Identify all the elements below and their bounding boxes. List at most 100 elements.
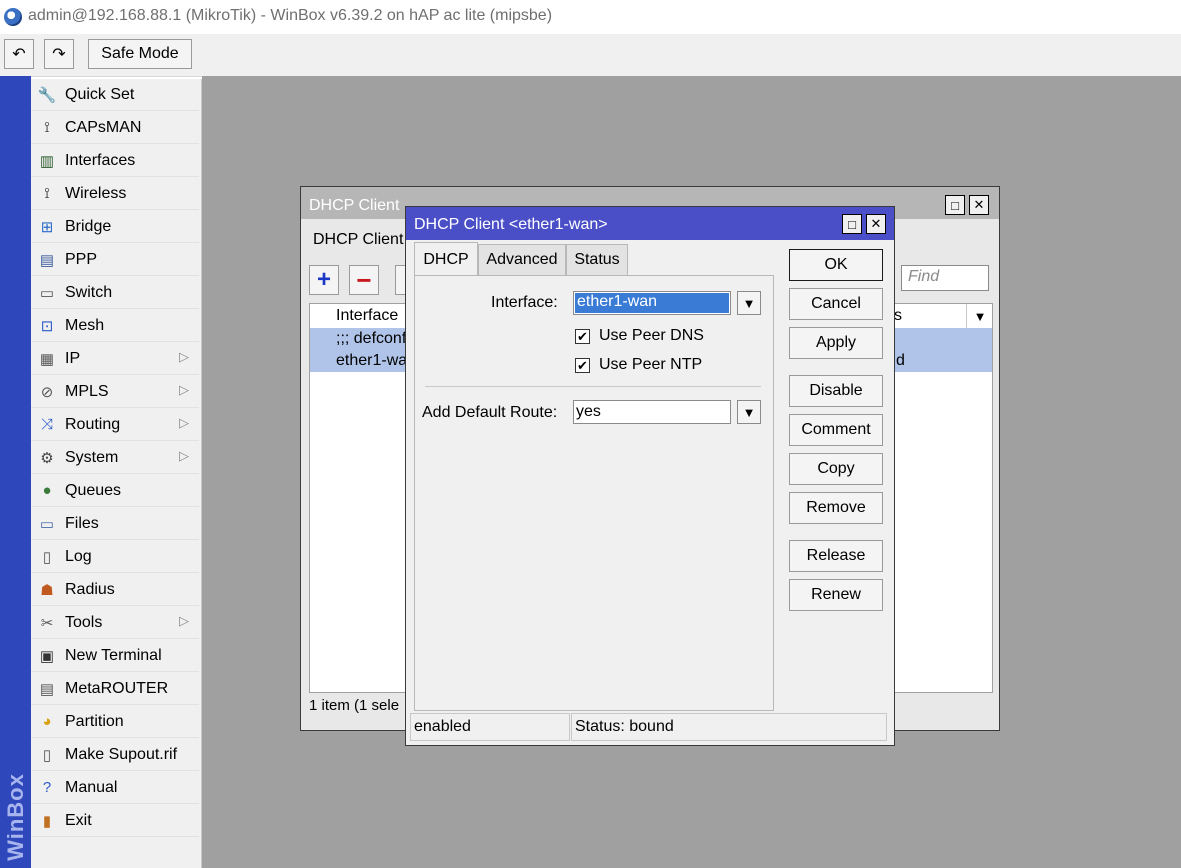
sidebar-item-partition[interactable]: ◕ Partition [31,706,199,738]
disable-button[interactable]: Disable [789,375,883,407]
ok-button[interactable]: OK [789,249,883,281]
sidebar-item-quick-set[interactable]: 🔧 Quick Set [31,79,199,111]
cancel-button[interactable]: Cancel [789,288,883,320]
interface-select[interactable]: ether1-wan [573,291,731,315]
add-button[interactable]: + [309,265,339,295]
sidebar-item-manual[interactable]: ? Manual [31,772,199,804]
sidebar-item-radius[interactable]: ☗ Radius [31,574,199,606]
minus-icon: − [356,264,372,295]
chevron-down-icon: ▼ [973,308,987,324]
add-default-route-select[interactable]: yes [573,400,731,424]
use-peer-dns-checkbox[interactable]: ✔ [575,329,590,344]
interface-label: Interface: [491,294,558,311]
exit-icon: ▮ [42,812,52,830]
row-interface: ether1-wa [336,352,408,369]
partition-icon: ◕ [42,713,52,730]
sidebar-item-exit[interactable]: ▮ Exit [31,805,199,837]
submenu-arrow-icon: ▷ [179,415,189,430]
use-peer-ntp-label: Use Peer NTP [599,356,703,373]
close-icon[interactable]: ✕ [969,195,989,215]
redo-button[interactable]: ↷ [44,39,74,69]
maximize-icon[interactable]: □ [842,214,862,234]
copy-button[interactable]: Copy [789,453,883,485]
sidebar-item-interfaces[interactable]: ▥ Interfaces [31,145,199,177]
tab-dhcp-client[interactable]: DHCP Client [309,223,407,257]
sidebar-item-files[interactable]: ▭ Files [31,508,199,540]
bridge-icon: ⊞ [40,218,54,236]
close-icon[interactable]: ✕ [866,214,886,234]
list-item-count: 1 item (1 sele [309,697,400,714]
log-icon: ▯ [42,548,52,566]
winbox-strip-label: WinBox [3,773,28,861]
remove-button[interactable]: − [349,265,379,295]
status-enabled: enabled [410,713,570,741]
sidebar-item-label: Mesh [65,316,105,334]
sidebar-item-label: Log [65,547,92,565]
submenu-arrow-icon: ▷ [179,613,189,628]
capsman-icon: ⟟ [44,119,50,136]
sidebar-item-ip[interactable]: ▦ IP ▷ [31,343,199,375]
enable-button[interactable] [395,265,405,295]
sidebar-item-routing[interactable]: ⤨ Routing ▷ [31,409,199,441]
tab-dhcp[interactable]: DHCP [414,242,478,276]
column-header-status[interactable]: s [894,307,902,325]
mpls-icon: ⊘ [40,383,54,401]
terminal-icon: ▣ [39,647,55,665]
ppp-icon: ▤ [39,251,55,269]
separator [425,386,761,387]
release-button[interactable]: Release [789,540,883,572]
sidebar-item-system[interactable]: ⚙ System ▷ [31,442,199,474]
sidebar-item-capsman[interactable]: ⟟ CAPsMAN [31,112,199,144]
metarouter-icon: ▤ [39,680,55,698]
sidebar-item-mpls[interactable]: ⊘ MPLS ▷ [31,376,199,408]
chevron-down-icon: ▼ [742,295,756,311]
use-peer-ntp-checkbox[interactable]: ✔ [575,358,590,373]
check-icon: ✔ [577,329,588,344]
apply-button[interactable]: Apply [789,327,883,359]
safe-mode-button[interactable]: Safe Mode [88,39,192,69]
column-chooser-dropdown[interactable]: ▼ [966,304,993,328]
sidebar-item-label: Radius [65,580,115,598]
submenu-arrow-icon: ▷ [179,448,189,463]
tab-advanced[interactable]: Advanced [478,244,566,275]
plus-icon: + [316,266,331,293]
interface-dropdown-button[interactable]: ▼ [737,291,761,315]
sidebar-item-queues[interactable]: ● Queues [31,475,199,507]
tab-status[interactable]: Status [566,244,628,275]
sidebar-item-label: Queues [65,481,122,499]
use-peer-dns-label: Use Peer DNS [599,327,704,344]
add-default-route-label: Add Default Route: [422,404,558,421]
sidebar-item-label: Files [65,514,99,532]
sidebar-item-ppp[interactable]: ▤ PPP [31,244,199,276]
system-icon: ⚙ [40,449,54,467]
add-default-route-dropdown-button[interactable]: ▼ [737,400,761,424]
find-input[interactable]: Find [901,265,989,291]
check-icon: ✔ [577,358,588,373]
sidebar-item-label: Switch [65,283,113,301]
sidebar-item-label: Wireless [65,184,127,202]
sidebar-item-wireless[interactable]: ⟟ Wireless [31,178,199,210]
sidebar-item-metarouter[interactable]: ▤ MetaROUTER [31,673,199,705]
renew-button[interactable]: Renew [789,579,883,611]
chevron-down-icon: ▼ [742,404,756,420]
undo-button[interactable]: ↶ [4,39,34,69]
column-header-interface[interactable]: Interface [336,307,398,325]
sidebar-item-label: Exit [65,811,92,829]
sidebar-item-tools[interactable]: ✂ Tools ▷ [31,607,199,639]
maximize-icon[interactable]: □ [945,195,965,215]
add-default-route-value: yes [576,403,601,420]
sidebar-item-new-terminal[interactable]: ▣ New Terminal [31,640,199,672]
comment-button[interactable]: Comment [789,414,883,446]
title-bar: admin@192.168.88.1 (MikroTik) - WinBox v… [0,0,1181,34]
dialog-titlebar[interactable]: DHCP Client <ether1-wan> □ ✕ [406,207,894,240]
sidebar-item-label: System [65,448,119,466]
dhcp-client-window-title: DHCP Client [309,197,400,214]
sidebar-item-bridge[interactable]: ⊞ Bridge [31,211,199,243]
radius-icon: ☗ [40,581,54,599]
sidebar-item-switch[interactable]: ▭ Switch [31,277,199,309]
sidebar-item-mesh[interactable]: ⊡ Mesh [31,310,199,342]
row-status: d [896,352,905,369]
remove-button[interactable]: Remove [789,492,883,524]
sidebar-item-make-supout-rif[interactable]: ▯ Make Supout.rif [31,739,199,771]
sidebar-item-log[interactable]: ▯ Log [31,541,199,573]
